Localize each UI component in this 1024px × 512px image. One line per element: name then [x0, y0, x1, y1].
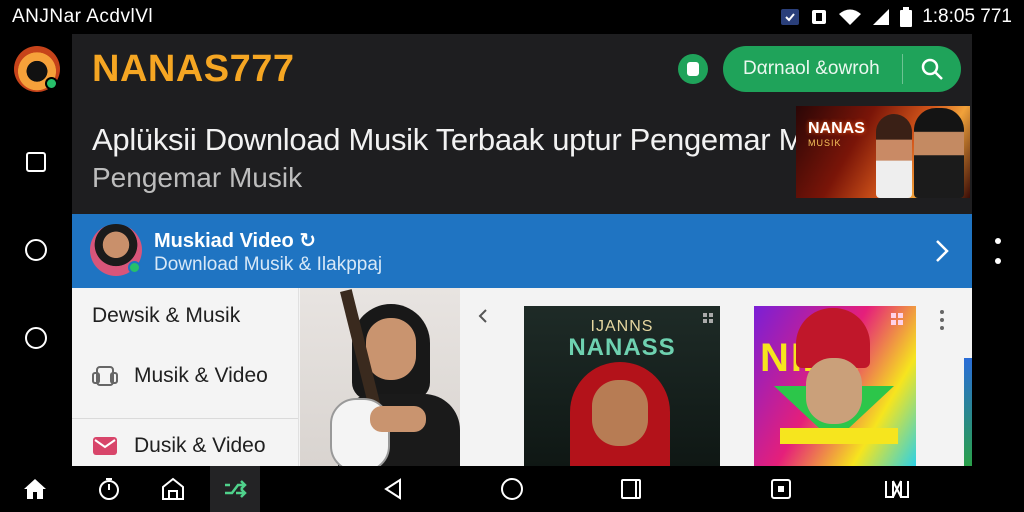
thumbnail-nanass[interactable]: IJANNS NANASS: [524, 306, 720, 466]
side-menu-item-music-video[interactable]: Musik & Video: [72, 350, 298, 402]
chevron-left-icon[interactable]: [476, 306, 490, 326]
shuffle-icon[interactable]: [220, 474, 250, 504]
poster-person-right: [914, 108, 964, 198]
side-menu-heading: Dewsik & Musik: [92, 304, 241, 327]
thumb-face: [592, 380, 648, 446]
sync-badge-icon: [780, 8, 800, 26]
thumbnail-guitar[interactable]: [300, 288, 460, 466]
app-window: NANAS777 Dαrnaol &owroh Aplüksii Downloa…: [72, 34, 972, 466]
online-dot: [128, 261, 141, 274]
mail-icon: [90, 431, 120, 461]
recents-icon[interactable]: [616, 474, 646, 504]
gallery-icon[interactable]: [882, 474, 912, 504]
featured-subtitle: Download Musik & Ilakppaj: [154, 254, 383, 275]
side-menu-item-label: Dusik & Video: [134, 434, 266, 457]
side-menu: Dewsik & Musik Musik & Video Dusik & Vid…: [72, 288, 299, 466]
thumb-title-line2: NANASS: [568, 334, 676, 361]
notification-icon: [810, 8, 828, 26]
hero-title: Aplüksii Download Musik Terbaak uptur Pe…: [92, 122, 859, 157]
side-menu-item-dusik-video[interactable]: Dusik & Video: [72, 420, 298, 466]
thumb-hands: [370, 406, 426, 432]
thumb-face: [806, 358, 862, 424]
online-dot: [45, 77, 58, 90]
partial-thumbnail[interactable]: [964, 358, 972, 466]
library-icon[interactable]: [158, 474, 188, 504]
more-options-icon[interactable]: [938, 310, 946, 330]
search-icon[interactable]: [903, 46, 961, 92]
battery-icon: [900, 7, 913, 27]
navigation-bar: [0, 466, 1024, 512]
music-video-icon: [90, 361, 120, 391]
featured-row[interactable]: Muskiad Video ↻ Download Musik & Ilakppa…: [72, 214, 972, 288]
left-rail: [0, 34, 72, 466]
status-bar: ANJNar AcdvlVl 1:8:05 771: [0, 0, 1024, 34]
hero-poster[interactable]: NANAS MUSIK: [796, 106, 970, 198]
side-menu-item-label: Musik & Video: [134, 364, 268, 387]
back-icon[interactable]: [378, 474, 408, 504]
poster-subtitle: MUSIK: [808, 138, 842, 148]
circle-icon[interactable]: [22, 236, 50, 264]
content-area: Dewsik & Musik Musik & Video Dusik & Vid…: [72, 288, 972, 466]
divider: [72, 418, 298, 419]
grid-icon[interactable]: [702, 312, 714, 324]
media-icon[interactable]: [766, 474, 796, 504]
poster-title: NANAS: [808, 120, 865, 137]
circle-icon[interactable]: [22, 324, 50, 352]
brand-title: NANAS777: [92, 48, 295, 90]
right-rail: [972, 34, 1024, 466]
avatar: [90, 224, 142, 276]
home-circle-icon[interactable]: [497, 474, 527, 504]
poster-person-left: [876, 114, 912, 198]
wifi-icon: [838, 8, 862, 26]
hero-subtitle: Pengemar Musik: [92, 162, 303, 193]
thumb-face: [366, 318, 416, 380]
app-logo[interactable]: [14, 46, 60, 92]
grid-icon[interactable]: [890, 312, 904, 326]
timer-icon[interactable]: [94, 474, 124, 504]
chevron-right-icon[interactable]: [932, 236, 952, 266]
thumb-banner: [780, 428, 898, 444]
search-bar[interactable]: Dαrnaol &owroh: [723, 46, 961, 92]
home-icon[interactable]: [20, 474, 50, 504]
store-icon[interactable]: [678, 54, 708, 84]
signal-icon: [872, 8, 890, 26]
status-time: 1:8:05 771: [922, 6, 1012, 27]
search-label[interactable]: Dαrnaol &owroh: [723, 58, 902, 80]
thumbnail-niza[interactable]: NIZA: [754, 306, 916, 466]
square-icon[interactable]: [22, 148, 50, 176]
featured-title: Muskiad Video ↻: [154, 230, 316, 252]
overflow-menu-icon[interactable]: [992, 238, 1004, 264]
status-icons: 1:8:05 771: [780, 6, 1012, 28]
status-carrier-text: ANJNar AcdvlVl: [12, 6, 154, 27]
